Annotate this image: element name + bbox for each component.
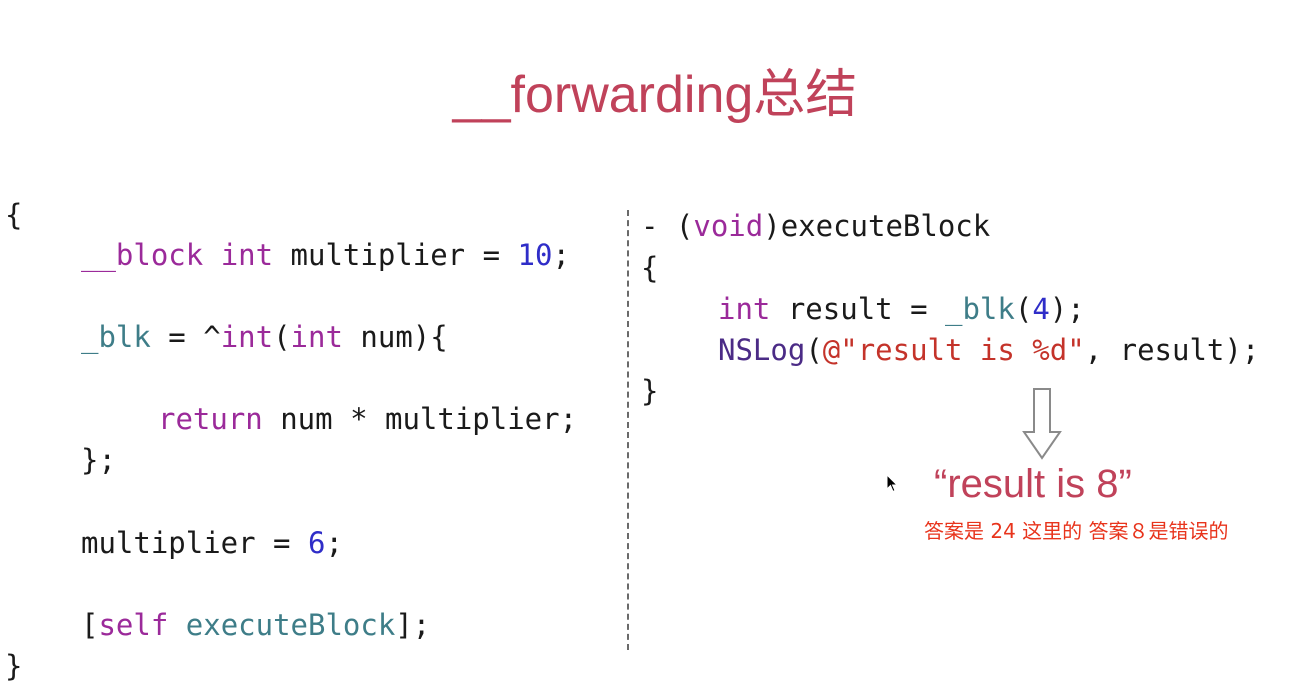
number-literal: 10 bbox=[517, 238, 553, 272]
return-keyword: return bbox=[158, 402, 263, 436]
nslog-function: NSLog bbox=[718, 333, 806, 367]
left-line-multiplier-assign: multiplier = 6; bbox=[81, 526, 343, 560]
dashed-divider bbox=[627, 210, 629, 650]
right-line-nslog: NSLog(@"result is %d", result); bbox=[718, 333, 1260, 367]
left-line-close-brace: } bbox=[5, 649, 23, 683]
int-keyword: int bbox=[220, 238, 274, 272]
block-keyword: __block bbox=[81, 238, 204, 272]
down-arrow-icon bbox=[1022, 388, 1062, 460]
left-line-return: return num * multiplier; bbox=[158, 402, 578, 436]
void-keyword: void bbox=[693, 209, 764, 243]
slide-title: __forwarding总结 bbox=[452, 66, 858, 124]
left-line-blk-assign: _blk = ^int(int num){ bbox=[81, 320, 448, 354]
left-line-block-decl: __block int multiplier = 10; bbox=[81, 238, 570, 272]
right-line-open-brace: { bbox=[641, 251, 659, 285]
format-string: @"result is %d" bbox=[822, 333, 1085, 367]
result-output-text: “result is 8” bbox=[934, 462, 1132, 506]
self-keyword: self bbox=[98, 608, 169, 642]
mouse-cursor-icon bbox=[886, 474, 899, 493]
left-line-close-inner: }; bbox=[81, 443, 116, 477]
right-line-result-assign: int result = _blk(4); bbox=[718, 292, 1085, 326]
correction-annotation: 答案是 24 这里的 答案８是错误的 bbox=[924, 519, 1229, 543]
blk-identifier: _blk bbox=[81, 320, 151, 354]
left-line-execute-call: [self executeBlock]; bbox=[81, 608, 431, 642]
left-line-open-brace: { bbox=[5, 198, 23, 232]
right-line-close-brace: } bbox=[641, 374, 659, 408]
right-line-method-signature: - (void)executeBlock bbox=[641, 209, 991, 243]
